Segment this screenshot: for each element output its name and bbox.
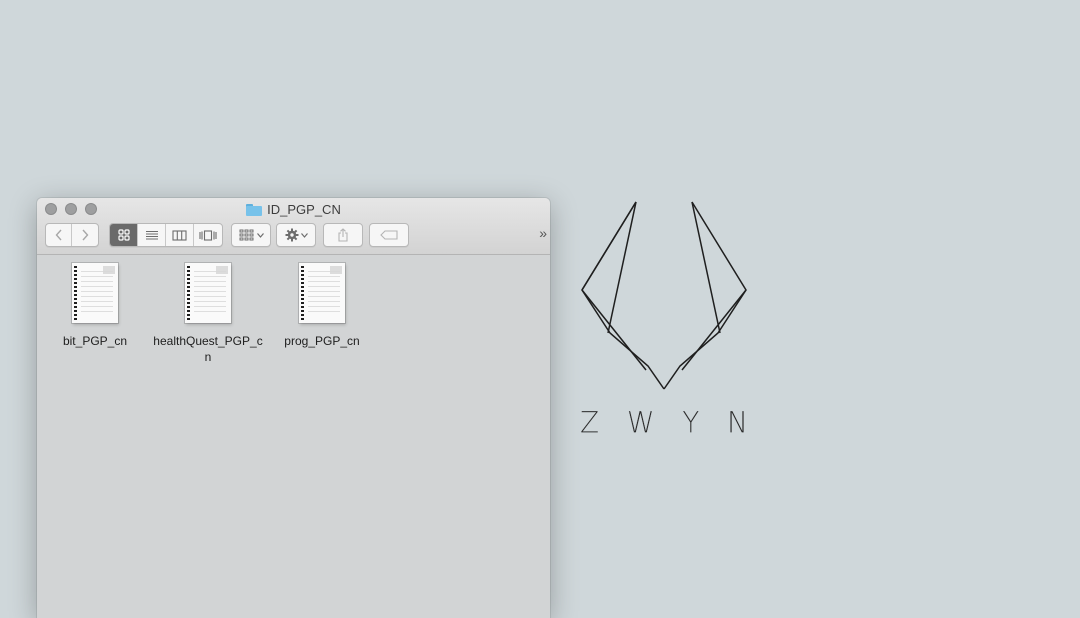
action-button-group xyxy=(276,223,316,247)
file-item[interactable]: healthQuest_PGP_cn xyxy=(152,263,264,365)
brand-letter: W xyxy=(626,405,655,440)
share-button[interactable] xyxy=(324,224,362,246)
forward-button[interactable] xyxy=(72,224,98,246)
brand-letter: Z xyxy=(580,405,600,440)
chevron-down-icon xyxy=(300,232,308,238)
column-view-icon xyxy=(172,229,187,241)
list-view-button[interactable] xyxy=(138,224,166,246)
back-button[interactable] xyxy=(46,224,72,246)
zwyn-logo-mark xyxy=(581,201,747,390)
nav-group xyxy=(45,223,99,247)
tag-button[interactable] xyxy=(370,224,408,246)
file-item[interactable]: bit_PGP_cn xyxy=(39,263,151,349)
document-icon xyxy=(72,263,118,323)
share-icon xyxy=(338,228,348,242)
chevron-down-icon xyxy=(256,232,264,238)
icon-view-button[interactable] xyxy=(110,224,138,246)
view-mode-group xyxy=(109,223,223,247)
action-button[interactable] xyxy=(277,224,315,246)
arrange-button[interactable] xyxy=(232,224,270,246)
chevron-left-icon xyxy=(55,229,62,241)
document-icon xyxy=(185,263,231,323)
file-area[interactable]: bit_PGP_cn healthQuest_PGP_cn prog_PGP_c… xyxy=(37,255,550,618)
brand-letter: Y xyxy=(682,405,700,440)
file-name: bit_PGP_cn xyxy=(62,334,128,348)
arrange-button-group xyxy=(231,223,271,247)
window-title: ID_PGP_CN xyxy=(37,202,550,217)
toolbar-overflow-button[interactable]: » xyxy=(539,225,547,241)
tag-button-group xyxy=(369,223,409,247)
brand-wordmark: Z W Y N xyxy=(578,405,750,440)
arrange-grid-icon xyxy=(239,229,253,241)
folder-icon xyxy=(246,203,263,216)
document-icon xyxy=(299,263,345,323)
cover-flow-button[interactable] xyxy=(194,224,222,246)
tag-icon xyxy=(380,230,398,240)
share-button-group xyxy=(323,223,363,247)
file-name: healthQuest_PGP_cn xyxy=(153,334,263,364)
column-view-button[interactable] xyxy=(166,224,194,246)
toolbar: » xyxy=(45,223,547,247)
file-item[interactable]: prog_PGP_cn xyxy=(266,263,378,349)
gear-icon xyxy=(285,228,298,242)
icon-view-icon xyxy=(117,229,130,241)
cover-flow-icon xyxy=(199,229,217,241)
finder-window: ID_PGP_CN » bit_PGP_cn healthQuest_PGP_c… xyxy=(37,198,550,618)
chevron-right-icon xyxy=(82,229,89,241)
brand-letter: N xyxy=(727,405,748,440)
window-title-text: ID_PGP_CN xyxy=(267,202,341,217)
list-view-icon xyxy=(145,230,158,240)
titlebar[interactable]: ID_PGP_CN » xyxy=(37,198,550,255)
file-name: prog_PGP_cn xyxy=(284,334,360,348)
